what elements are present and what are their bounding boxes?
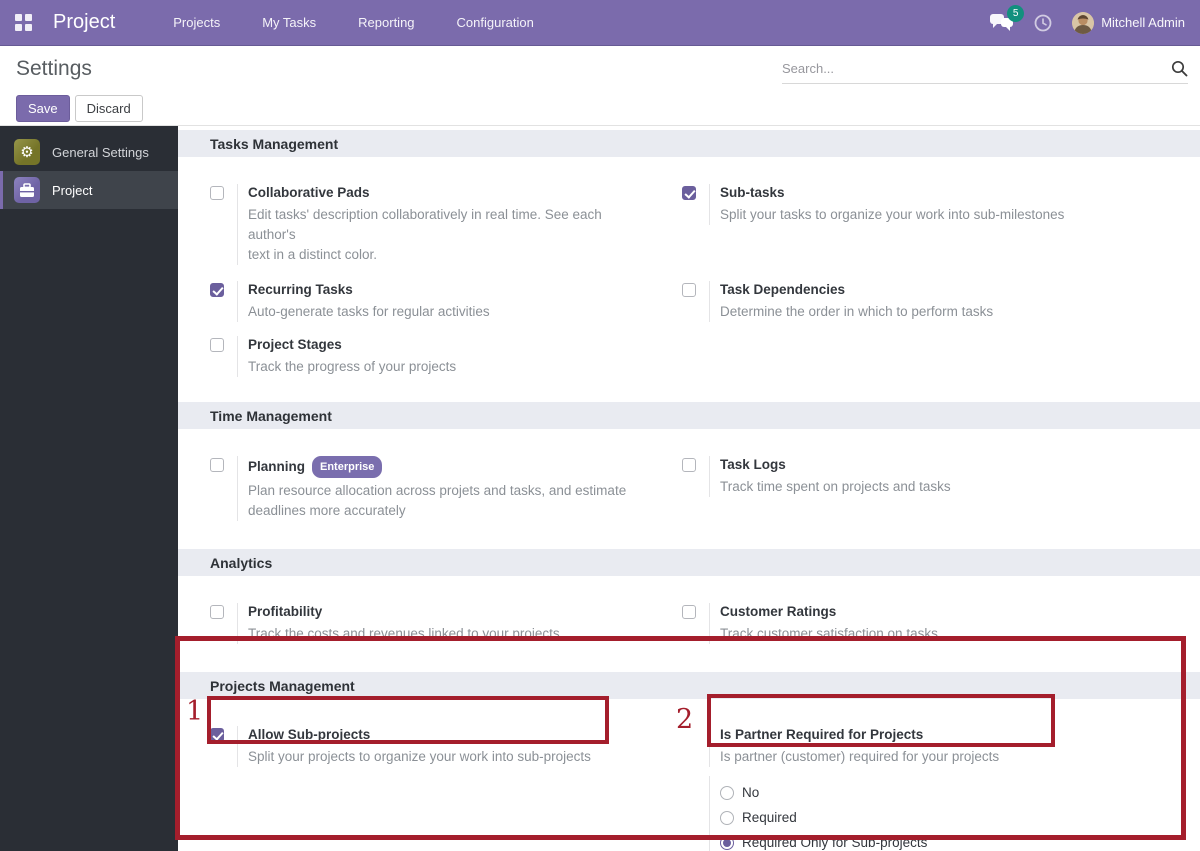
setting-label: Profitability — [248, 604, 323, 619]
checkbox-recurring-tasks[interactable] — [210, 283, 224, 297]
sidebar-item-label: General Settings — [52, 144, 149, 160]
sidebar-item-label: Project — [52, 182, 93, 198]
setting-description: Track the costs and revenues linked to y… — [248, 626, 560, 641]
checkbox-project-stages[interactable] — [210, 338, 224, 352]
user-name: Mitchell Admin — [1101, 15, 1185, 30]
clock-icon — [1034, 14, 1052, 31]
radio-no[interactable] — [720, 785, 734, 800]
setting-sub-tasks: Sub-tasks Split your tasks to organize y… — [682, 184, 1200, 265]
user-menu[interactable]: Mitchell Admin — [1072, 11, 1185, 34]
activities-icon[interactable] — [1034, 14, 1052, 32]
save-button[interactable]: Save — [16, 95, 70, 122]
checkbox-collaborative-pads[interactable] — [210, 186, 224, 200]
radio-required-only-subprojects[interactable] — [720, 835, 734, 850]
setting-description: Track time spent on projects and tasks — [720, 479, 951, 494]
checkbox-allow-sub-projects[interactable] — [210, 728, 224, 742]
setting-label: Sub-tasks — [720, 185, 785, 200]
setting-is-partner-required: Is Partner Required for Projects Is part… — [682, 726, 1200, 851]
setting-label: Recurring Tasks — [248, 282, 353, 297]
setting-project-stages: Project Stages Track the progress of you… — [210, 336, 682, 377]
setting-description: Split your tasks to organize your work i… — [720, 207, 1065, 222]
setting-label: Collaborative Pads — [248, 185, 370, 200]
setting-task-logs: Task Logs Track time spent on projects a… — [682, 456, 1200, 521]
section-header-projects-management: Projects Management — [178, 672, 1200, 699]
setting-allow-sub-projects: Allow Sub-projects Split your projects t… — [210, 726, 682, 851]
setting-label: Project Stages — [248, 337, 342, 352]
radio-option-required-only-subprojects[interactable]: Required Only for Sub-projects — [720, 830, 1200, 851]
messages-badge: 5 — [1007, 5, 1025, 22]
nav-item-configuration[interactable]: Configuration — [436, 0, 555, 46]
avatar — [1072, 11, 1095, 34]
setting-description: Track customer satisfaction on tasks — [720, 626, 938, 641]
section-header-time-management: Time Management — [178, 402, 1200, 429]
nav-item-my-tasks[interactable]: My Tasks — [241, 0, 337, 46]
discard-button[interactable]: Discard — [74, 95, 143, 122]
checkbox-task-dependencies[interactable] — [682, 283, 696, 297]
setting-label: Is Partner Required for Projects — [720, 727, 924, 742]
setting-description: Auto-generate tasks for regular activiti… — [248, 304, 490, 319]
setting-description: Track the progress of your projects — [248, 359, 457, 374]
setting-description: Determine the order in which to perform … — [720, 304, 994, 319]
checkbox-customer-ratings[interactable] — [682, 605, 696, 619]
checkbox-task-logs[interactable] — [682, 458, 696, 472]
setting-label: Task Logs — [720, 457, 786, 472]
search-input[interactable] — [782, 61, 1171, 76]
setting-collaborative-pads: Collaborative Pads Edit tasks' descripti… — [210, 184, 682, 265]
setting-description: Edit tasks' description collaboratively … — [248, 207, 602, 262]
setting-label: Planning Enterprise — [248, 456, 626, 478]
app-name[interactable]: Project — [53, 11, 115, 34]
nav-item-projects[interactable]: Projects — [152, 0, 241, 46]
nav-item-reporting[interactable]: Reporting — [337, 0, 435, 46]
search-icon[interactable] — [1171, 60, 1188, 77]
setting-recurring-tasks: Recurring Tasks Auto-generate tasks for … — [210, 281, 682, 322]
settings-content: Tasks Management Collaborative Pads Edit… — [178, 126, 1200, 851]
checkbox-profitability[interactable] — [210, 605, 224, 619]
project-app-icon — [14, 177, 40, 203]
section-header-tasks-management: Tasks Management — [178, 130, 1200, 157]
top-navbar: Project Projects My Tasks Reporting Conf… — [0, 0, 1200, 46]
search-box — [782, 54, 1188, 84]
page-title: Settings — [16, 57, 92, 80]
sidebar-item-general-settings[interactable]: ⚙ General Settings — [0, 133, 178, 171]
setting-label: Task Dependencies — [720, 282, 846, 297]
gear-icon: ⚙ — [14, 139, 40, 165]
apps-menu-icon[interactable] — [15, 14, 32, 31]
setting-description: Split your projects to organize your wor… — [248, 749, 591, 764]
setting-planning: Planning Enterprise Plan resource allocat… — [210, 456, 682, 521]
setting-label: Customer Ratings — [720, 604, 837, 619]
checkbox-sub-tasks[interactable] — [682, 186, 696, 200]
section-header-analytics: Analytics — [178, 549, 1200, 576]
nav-menu: Projects My Tasks Reporting Configuratio… — [152, 0, 555, 46]
setting-customer-ratings: Customer Ratings Track customer satisfac… — [682, 603, 1200, 644]
page-header: Settings Save Discard — [0, 46, 1200, 126]
setting-task-dependencies: Task Dependencies Determine the order in… — [682, 281, 1200, 322]
settings-sidebar: ⚙ General Settings Project — [0, 126, 178, 851]
partner-required-radio-group: No Required Required Only for Sub-projec… — [709, 776, 1200, 851]
setting-description: Plan resource allocation across projets … — [248, 483, 627, 518]
setting-label: Allow Sub-projects — [248, 727, 371, 742]
radio-required[interactable] — [720, 810, 734, 825]
checkbox-planning[interactable] — [210, 458, 224, 472]
enterprise-badge: Enterprise — [312, 456, 383, 478]
radio-option-no[interactable]: No — [720, 780, 1200, 805]
navbar-right: 5 Mitchell Admin — [990, 5, 1185, 34]
sidebar-item-project[interactable]: Project — [0, 171, 178, 209]
radio-option-required[interactable]: Required — [720, 805, 1200, 830]
setting-profitability: Profitability Track the costs and revenu… — [210, 603, 682, 644]
setting-description: Is partner (customer) required for your … — [720, 749, 1000, 764]
messages-icon[interactable]: 5 — [990, 5, 1025, 32]
